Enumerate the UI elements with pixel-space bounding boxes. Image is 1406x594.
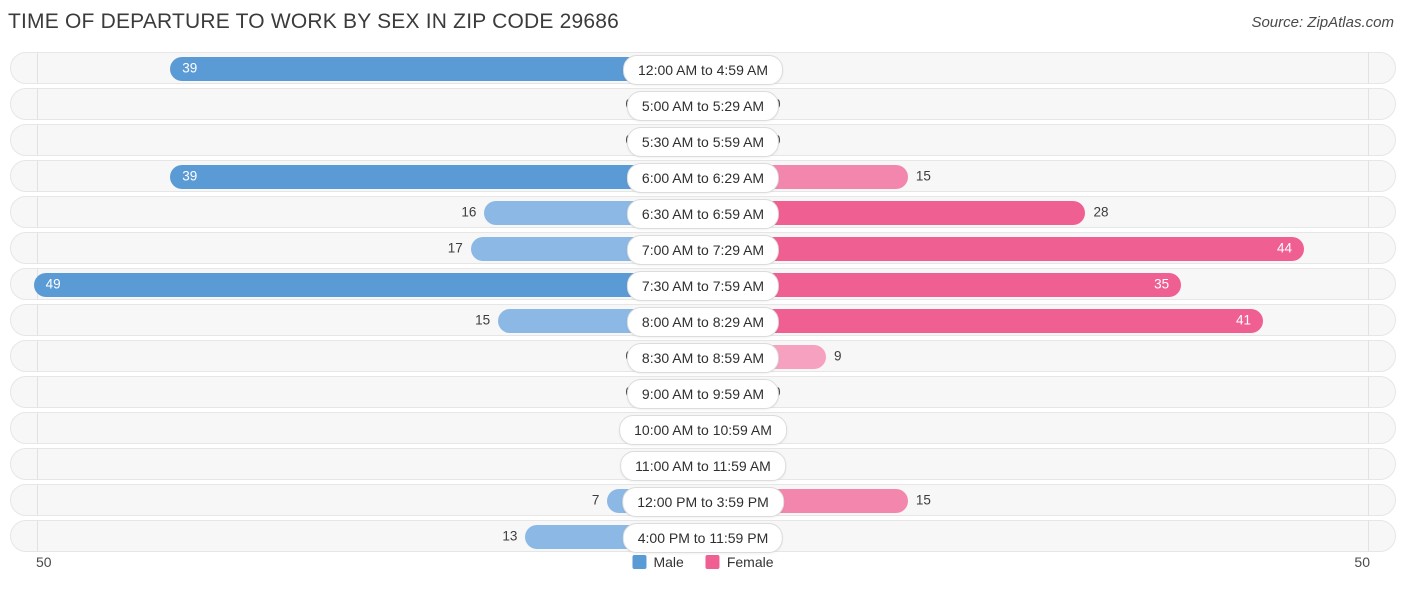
page-title: TIME OF DEPARTURE TO WORK BY SEX IN ZIP … [8,10,619,33]
category-label: 7:30 AM to 7:59 AM [626,271,780,301]
category-label: 9:00 AM to 9:59 AM [626,379,780,409]
category-label: 4:00 PM to 11:59 PM [622,523,784,553]
table-row[interactable]: 009:00 AM to 9:59 AM [10,376,1396,409]
table-row[interactable]: 17 44 7:00 AM to 7:29 AM [10,232,1396,265]
category-label: 7:00 AM to 7:29 AM [626,235,780,265]
bar-male[interactable] [170,165,703,189]
legend-swatch-male-icon [632,555,647,569]
bar-value-female: 15 [915,168,931,184]
category-label: 8:00 AM to 8:29 AM [626,307,780,337]
bar-value-female: 15 [915,492,931,508]
bar-value-female: 9 [833,348,842,364]
legend-label-female: Female [726,554,774,570]
bar-value-male: 17 [447,240,463,256]
category-label: 5:30 AM to 5:59 AM [626,127,780,157]
bar-female[interactable] [703,237,1305,261]
axis-label-right: 50 [1354,554,1370,570]
table-row[interactable]: 49 35 7:30 AM to 7:59 AM [10,268,1396,301]
legend-item-male[interactable]: Male [632,554,684,570]
bar-value-female: 41 [1236,312,1252,328]
bar-value-male: 49 [45,276,61,292]
table-row[interactable]: 39 15 6:00 AM to 6:29 AM [10,160,1396,193]
bar-value-male: 7 [591,492,600,508]
category-label: 5:00 AM to 5:29 AM [626,91,780,121]
table-row[interactable]: 16 28 6:30 AM to 6:59 AM [10,196,1396,229]
bar-value-male: 39 [182,168,198,184]
diverging-bar-chart: 39012:00 AM to 4:59 AM005:00 AM to 5:29 … [10,52,1396,553]
category-label: 8:30 AM to 8:59 AM [626,343,780,373]
table-row[interactable]: 005:00 AM to 5:29 AM [10,88,1396,121]
table-row[interactable]: 0010:00 AM to 10:59 AM [10,412,1396,445]
table-row[interactable]: 39012:00 AM to 4:59 AM [10,52,1396,85]
bar-female[interactable] [703,309,1264,333]
bar-male[interactable] [33,273,703,297]
legend-label-male: Male [653,554,684,570]
bar-value-male: 39 [182,60,198,76]
category-label: 6:00 AM to 6:29 AM [626,163,780,193]
legend: Male Female [632,554,774,570]
legend-swatch-female-icon [705,555,720,569]
table-row[interactable]: 15 41 8:00 AM to 8:29 AM [10,304,1396,337]
bar-value-female: 35 [1154,276,1170,292]
source-attribution: Source: ZipAtlas.com [1251,14,1394,31]
category-label: 12:00 AM to 4:59 AM [623,55,783,85]
table-row[interactable]: 7 15 12:00 PM to 3:59 PM [10,484,1396,517]
category-label: 11:00 AM to 11:59 AM [620,451,786,481]
bar-value-male: 16 [461,204,477,220]
category-label: 6:30 AM to 6:59 AM [626,199,780,229]
category-label: 12:00 PM to 3:59 PM [622,487,784,517]
bar-value-female: 44 [1277,240,1293,256]
table-row[interactable]: 098:30 AM to 8:59 AM [10,340,1396,373]
chart-page: TIME OF DEPARTURE TO WORK BY SEX IN ZIP … [0,0,1406,594]
legend-item-female[interactable]: Female [705,554,774,570]
bar-value-male: 13 [502,528,518,544]
table-row[interactable]: 0011:00 AM to 11:59 AM [10,448,1396,481]
table-row[interactable]: 005:30 AM to 5:59 AM [10,124,1396,157]
axis-label-left: 50 [36,554,52,570]
category-label: 10:00 AM to 10:59 AM [619,415,787,445]
bar-value-male: 15 [475,312,491,328]
bar-value-female: 28 [1093,204,1109,220]
